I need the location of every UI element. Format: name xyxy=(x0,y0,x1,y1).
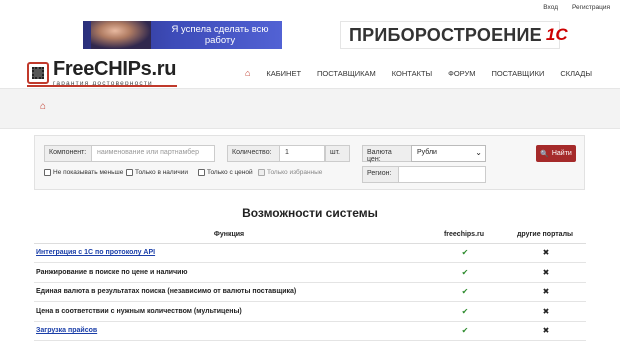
table-row: Единая валюта в результатах поиска (неза… xyxy=(34,282,586,302)
checkbox-box[interactable] xyxy=(198,169,205,176)
banner-left-text: Я успела сделать всю работу xyxy=(171,24,269,46)
checkbox-label: Не показывать меньше xyxy=(53,169,124,176)
column-others: другие порталы xyxy=(504,226,586,244)
cross-icon: ✖ xyxy=(542,306,550,316)
region-label: Регион: xyxy=(362,166,399,183)
nav-item-cabinet[interactable]: КАБИНЕТ xyxy=(266,69,301,78)
check-icon: ✔ xyxy=(461,248,469,258)
nav-item-contacts[interactable]: КОНТАКТЫ xyxy=(392,69,432,78)
checkbox-box[interactable] xyxy=(44,169,51,176)
cross-icon: ✖ xyxy=(542,248,550,258)
home-icon[interactable]: ⌂ xyxy=(245,68,250,78)
find-button[interactable]: 🔍 Найти xyxy=(536,145,576,162)
table-row: Интеграция с 1С по протоколу API ✔ ✖ xyxy=(34,243,586,263)
banner-right-brand: ПРИБОРОСТРОЕНИЕ xyxy=(349,24,542,45)
feature-link[interactable]: Интеграция с 1С по протоколу API xyxy=(34,243,424,263)
checkbox-label: Только в наличии xyxy=(135,169,188,176)
quantity-unit: шт. xyxy=(325,145,350,162)
register-link[interactable]: Регистрация xyxy=(572,4,610,11)
checkbox-box[interactable] xyxy=(258,169,265,176)
search-icon: 🔍 xyxy=(540,150,549,158)
feature-link[interactable]: Загрузка прайсов xyxy=(34,321,424,341)
chip-logo-icon xyxy=(27,62,49,84)
checkbox-label: Только с ценой xyxy=(207,169,253,176)
checkbox-in-stock[interactable]: Только в наличии xyxy=(126,169,188,176)
table-row: Цена в соответствии с нужным количеством… xyxy=(34,301,586,322)
ad-banner-left[interactable]: Я успела сделать всю работу xyxy=(83,21,282,49)
nav-item-warehouses[interactable]: СКЛАДЫ xyxy=(560,69,592,78)
check-icon: ✔ xyxy=(461,326,469,336)
check-icon: ✔ xyxy=(461,287,469,297)
banner-right-suffix: 1С xyxy=(545,25,568,44)
main-nav: ⌂ КАБИНЕТ ПОСТАВЩИКАМ КОНТАКТЫ ФОРУМ ПОС… xyxy=(245,68,592,78)
currency-select[interactable]: Рубли ⌄ xyxy=(411,145,486,162)
check-icon: ✔ xyxy=(461,306,469,316)
find-label: Найти xyxy=(551,150,572,157)
checkbox-with-price[interactable]: Только с ценой xyxy=(198,169,253,176)
currency-label: Валюта цен: xyxy=(362,145,412,163)
region-input[interactable] xyxy=(398,166,486,183)
feature-name: Цена в соответствии с нужным количеством… xyxy=(34,301,424,322)
ad-banner-right[interactable]: ПРИБОРОСТРОЕНИЕ 1С xyxy=(340,21,568,49)
chevron-down-icon: ⌄ xyxy=(475,148,482,157)
check-icon: ✔ xyxy=(461,267,469,277)
quantity-input[interactable]: 1 xyxy=(279,145,325,162)
features-table: Функция freechips.ru другие порталы Инте… xyxy=(34,226,586,341)
breadcrumb: ⌂ xyxy=(0,88,620,129)
column-freechips: freechips.ru xyxy=(424,226,504,244)
nav-item-for-suppliers[interactable]: ПОСТАВЩИКАМ xyxy=(317,69,376,78)
banner-photo xyxy=(91,21,151,49)
nav-item-suppliers[interactable]: ПОСТАВЩИКИ xyxy=(491,69,544,78)
top-links: Вход Регистрация xyxy=(543,4,610,11)
component-input[interactable]: наименование или партнамбер xyxy=(91,145,215,162)
currency-value: Рубли xyxy=(417,149,437,156)
quantity-label: Количество: xyxy=(227,145,280,162)
table-row: Загрузка прайсов ✔ ✖ xyxy=(34,321,586,341)
feature-name: Единая валюта в результатах поиска (неза… xyxy=(34,282,424,302)
checkbox-box[interactable] xyxy=(126,169,133,176)
table-row: Ранжирование в поиске по цене и наличию … xyxy=(34,262,586,283)
breadcrumb-home-icon[interactable]: ⌂ xyxy=(40,101,46,112)
cross-icon: ✖ xyxy=(542,267,550,277)
logo-title: FreeCHIPs.ru xyxy=(53,58,177,80)
cross-icon: ✖ xyxy=(542,326,550,336)
checkbox-favorites[interactable]: Только избранные xyxy=(258,169,322,176)
nav-item-forum[interactable]: ФОРУМ xyxy=(448,69,475,78)
logo-underline xyxy=(27,85,177,87)
column-function: Функция xyxy=(34,226,424,244)
cross-icon: ✖ xyxy=(542,287,550,297)
checkbox-label: Только избранные xyxy=(267,169,323,176)
table-header-row: Функция freechips.ru другие порталы xyxy=(34,226,586,244)
search-panel xyxy=(34,135,585,190)
checkbox-hide-less[interactable]: Не показывать меньше xyxy=(44,169,123,176)
feature-name: Ранжирование в поиске по цене и наличию xyxy=(34,262,424,283)
features-title: Возможности системы xyxy=(242,206,378,220)
login-link[interactable]: Вход xyxy=(543,4,558,11)
component-label: Компонент: xyxy=(44,145,92,162)
site-logo[interactable]: FreeCHIPs.ru гарантия достоверности xyxy=(27,59,176,87)
